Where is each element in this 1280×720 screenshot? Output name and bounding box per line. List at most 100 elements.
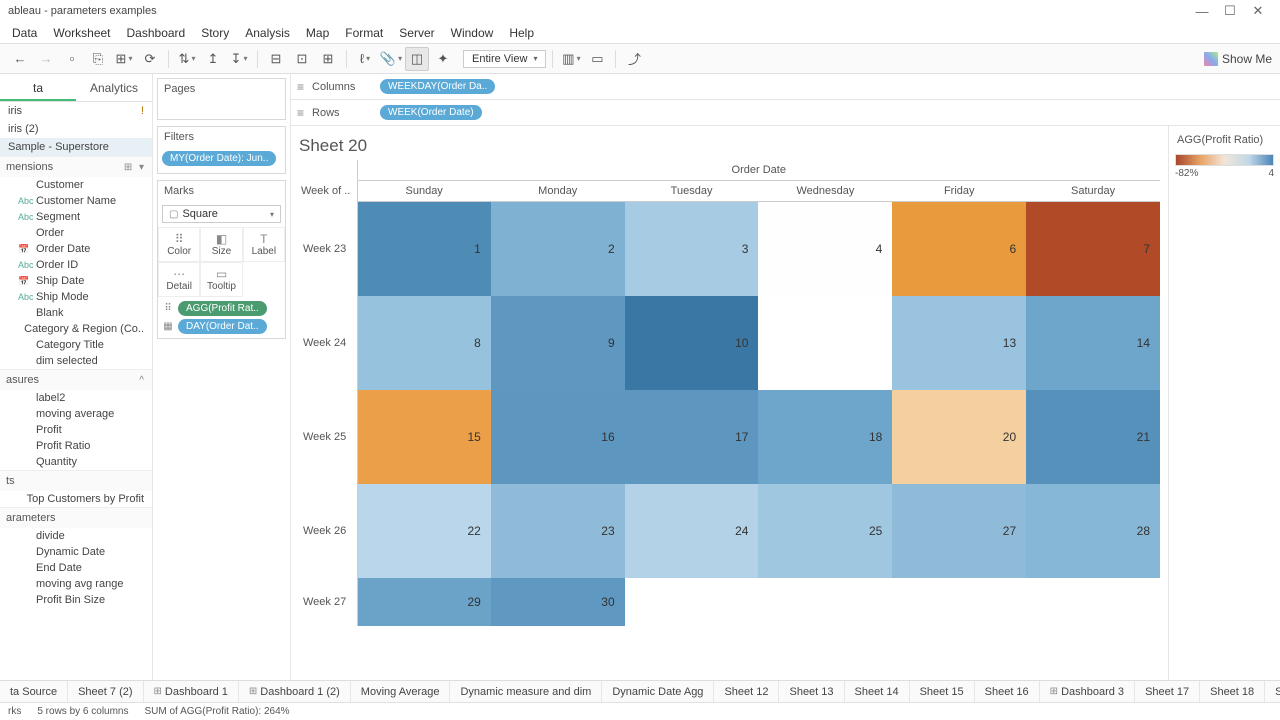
title-bar: ableau - parameters examples — ☐ ✕ xyxy=(0,0,1280,22)
field-item[interactable]: Blank xyxy=(0,305,152,321)
field-item[interactable]: 📅Ship Date xyxy=(0,273,152,289)
field-item[interactable]: Category Title xyxy=(0,337,152,353)
color-legend[interactable]: AGG(Profit Ratio) -82%4 xyxy=(1168,126,1280,680)
menu-data[interactable]: Data xyxy=(4,26,45,40)
maximize-button[interactable]: ☐ xyxy=(1216,3,1244,19)
columns-pill[interactable]: WEEKDAY(Order Da.. xyxy=(380,79,495,94)
field-item[interactable]: Top Customers by Profit xyxy=(0,491,152,507)
field-item[interactable]: 📅Order Date xyxy=(0,241,152,257)
calendar-heatmap[interactable]: Order DateWeek of ..SundayMondayTuesdayW… xyxy=(299,160,1160,626)
sheet-tab[interactable]: Sheet 13 xyxy=(779,681,844,702)
menu-dashboard[interactable]: Dashboard xyxy=(119,26,194,40)
field-item[interactable]: Profit Bin Size xyxy=(0,592,152,608)
field-item[interactable]: label2 xyxy=(0,390,152,406)
measures-header: asures^ xyxy=(0,369,152,390)
mark-size[interactable]: ◧Size xyxy=(200,227,242,262)
mark-tooltip[interactable]: ▭Tooltip xyxy=(200,262,242,297)
sheet-tab[interactable]: Dynamic measure and dim xyxy=(450,681,602,702)
sheet-tab[interactable]: Sheet 19 xyxy=(1265,681,1280,702)
aggregate-button[interactable]: ⊞ xyxy=(316,47,340,71)
new-worksheet-button[interactable]: ⊞ xyxy=(112,47,136,71)
field-item[interactable]: End Date xyxy=(0,560,152,576)
menu-story[interactable]: Story xyxy=(193,26,237,40)
datasource-item[interactable]: Sample - Superstore xyxy=(0,138,152,156)
sheet-tab[interactable]: Sheet 17 xyxy=(1135,681,1200,702)
field-item[interactable]: moving avg range xyxy=(0,576,152,592)
mark-pill[interactable]: DAY(Order Dat.. xyxy=(178,319,267,334)
status-bar: rks 5 rows by 6 columns SUM of AGG(Profi… xyxy=(0,702,1280,720)
field-item[interactable]: Quantity xyxy=(0,454,152,470)
field-item[interactable]: AbcCustomer Name xyxy=(0,193,152,209)
sheet-tab[interactable]: Sheet 12 xyxy=(714,681,779,702)
gradient-bar xyxy=(1175,154,1274,166)
rows-icon: ≡ xyxy=(297,106,304,120)
minimize-button[interactable]: — xyxy=(1188,4,1216,19)
sheet-tab[interactable]: Sheet 16 xyxy=(975,681,1040,702)
analytics-tab[interactable]: Analytics xyxy=(76,74,152,101)
sheet-tab[interactable]: Moving Average xyxy=(351,681,451,702)
sort-asc-button[interactable]: ↥ xyxy=(201,47,225,71)
sheet-tab[interactable]: ⊞Dashboard 3 xyxy=(1040,681,1135,702)
view-select[interactable]: Entire View xyxy=(463,50,546,68)
field-item[interactable]: Dynamic Date xyxy=(0,544,152,560)
field-item[interactable]: Profit xyxy=(0,422,152,438)
field-item[interactable]: AbcSegment xyxy=(0,209,152,225)
group-button[interactable]: ⊟ xyxy=(264,47,288,71)
fit-button[interactable]: ◫ xyxy=(405,47,429,71)
sheet-title: Sheet 20 xyxy=(291,126,1168,160)
menu-help[interactable]: Help xyxy=(501,26,542,40)
highlight-button[interactable]: ℓ xyxy=(353,47,377,71)
back-button[interactable]: ← xyxy=(8,47,32,71)
menu-format[interactable]: Format xyxy=(337,26,391,40)
field-item[interactable]: Order xyxy=(0,225,152,241)
dimensions-header: mensions⊞ ▾ xyxy=(0,156,152,177)
sheet-tab[interactable]: Sheet 7 (2) xyxy=(68,681,143,702)
rows-pill[interactable]: WEEK(Order Date) xyxy=(380,105,482,120)
sheet-tab[interactable]: Sheet 14 xyxy=(845,681,910,702)
mark-label[interactable]: TLabel xyxy=(243,227,285,262)
pin-button[interactable]: ✦ xyxy=(431,47,455,71)
datasource-item[interactable]: iris (2) xyxy=(0,120,152,138)
sheet-tab[interactable]: Sheet 15 xyxy=(910,681,975,702)
forward-button[interactable]: → xyxy=(34,47,58,71)
sheet-tab[interactable]: Dynamic Date Agg xyxy=(602,681,714,702)
menu-analysis[interactable]: Analysis xyxy=(237,26,298,40)
refresh-button[interactable]: ⟳ xyxy=(138,47,162,71)
data-tab[interactable]: ta xyxy=(0,74,76,101)
mark-detail[interactable]: ⋯Detail xyxy=(158,262,200,297)
show-me-button[interactable]: Show Me xyxy=(1204,52,1272,66)
sheet-tab[interactable]: Sheet 18 xyxy=(1200,681,1265,702)
field-item[interactable]: divide xyxy=(0,528,152,544)
swap-button[interactable]: ⇅ xyxy=(175,47,199,71)
show-labels-button[interactable]: ⊡ xyxy=(290,47,314,71)
new-datasource-button[interactable]: ⎘ xyxy=(86,47,110,71)
filter-pill[interactable]: MY(Order Date): Jun.. xyxy=(162,151,276,166)
field-item[interactable]: AbcOrder ID xyxy=(0,257,152,273)
datasource-item[interactable]: iris! xyxy=(0,102,152,120)
menu-map[interactable]: Map xyxy=(298,26,337,40)
mark-type-select[interactable]: Square xyxy=(162,205,281,223)
mark-color[interactable]: ⠿Color xyxy=(158,227,200,262)
show-cards-button[interactable]: ▥ xyxy=(559,47,583,71)
save-button[interactable]: ▫ xyxy=(60,47,84,71)
close-button[interactable]: ✕ xyxy=(1244,3,1272,19)
field-item[interactable]: AbcShip Mode xyxy=(0,289,152,305)
field-item[interactable]: dim selected xyxy=(0,353,152,369)
columns-shelf[interactable]: ≡ Columns WEEKDAY(Order Da.. xyxy=(291,74,1280,100)
sheet-tab[interactable]: ⊞Dashboard 1 xyxy=(144,681,239,702)
sort-desc-button[interactable]: ↧ xyxy=(227,47,251,71)
presentation-button[interactable]: ▭ xyxy=(585,47,609,71)
menu-server[interactable]: Server xyxy=(391,26,442,40)
attach-button[interactable]: 📎 xyxy=(379,47,403,71)
field-item[interactable]: moving average xyxy=(0,406,152,422)
field-item[interactable]: Customer xyxy=(0,177,152,193)
menu-worksheet[interactable]: Worksheet xyxy=(45,26,118,40)
menu-window[interactable]: Window xyxy=(443,26,502,40)
field-item[interactable]: Profit Ratio xyxy=(0,438,152,454)
sheet-tab[interactable]: ⊞Dashboard 1 (2) xyxy=(239,681,351,702)
mark-pill[interactable]: AGG(Profit Rat.. xyxy=(178,301,267,316)
rows-shelf[interactable]: ≡ Rows WEEK(Order Date) xyxy=(291,100,1280,126)
field-item[interactable]: Category & Region (Co.. xyxy=(0,321,152,337)
sheet-tab[interactable]: ta Source xyxy=(0,681,68,702)
share-button[interactable]: ⤴ xyxy=(622,47,646,71)
